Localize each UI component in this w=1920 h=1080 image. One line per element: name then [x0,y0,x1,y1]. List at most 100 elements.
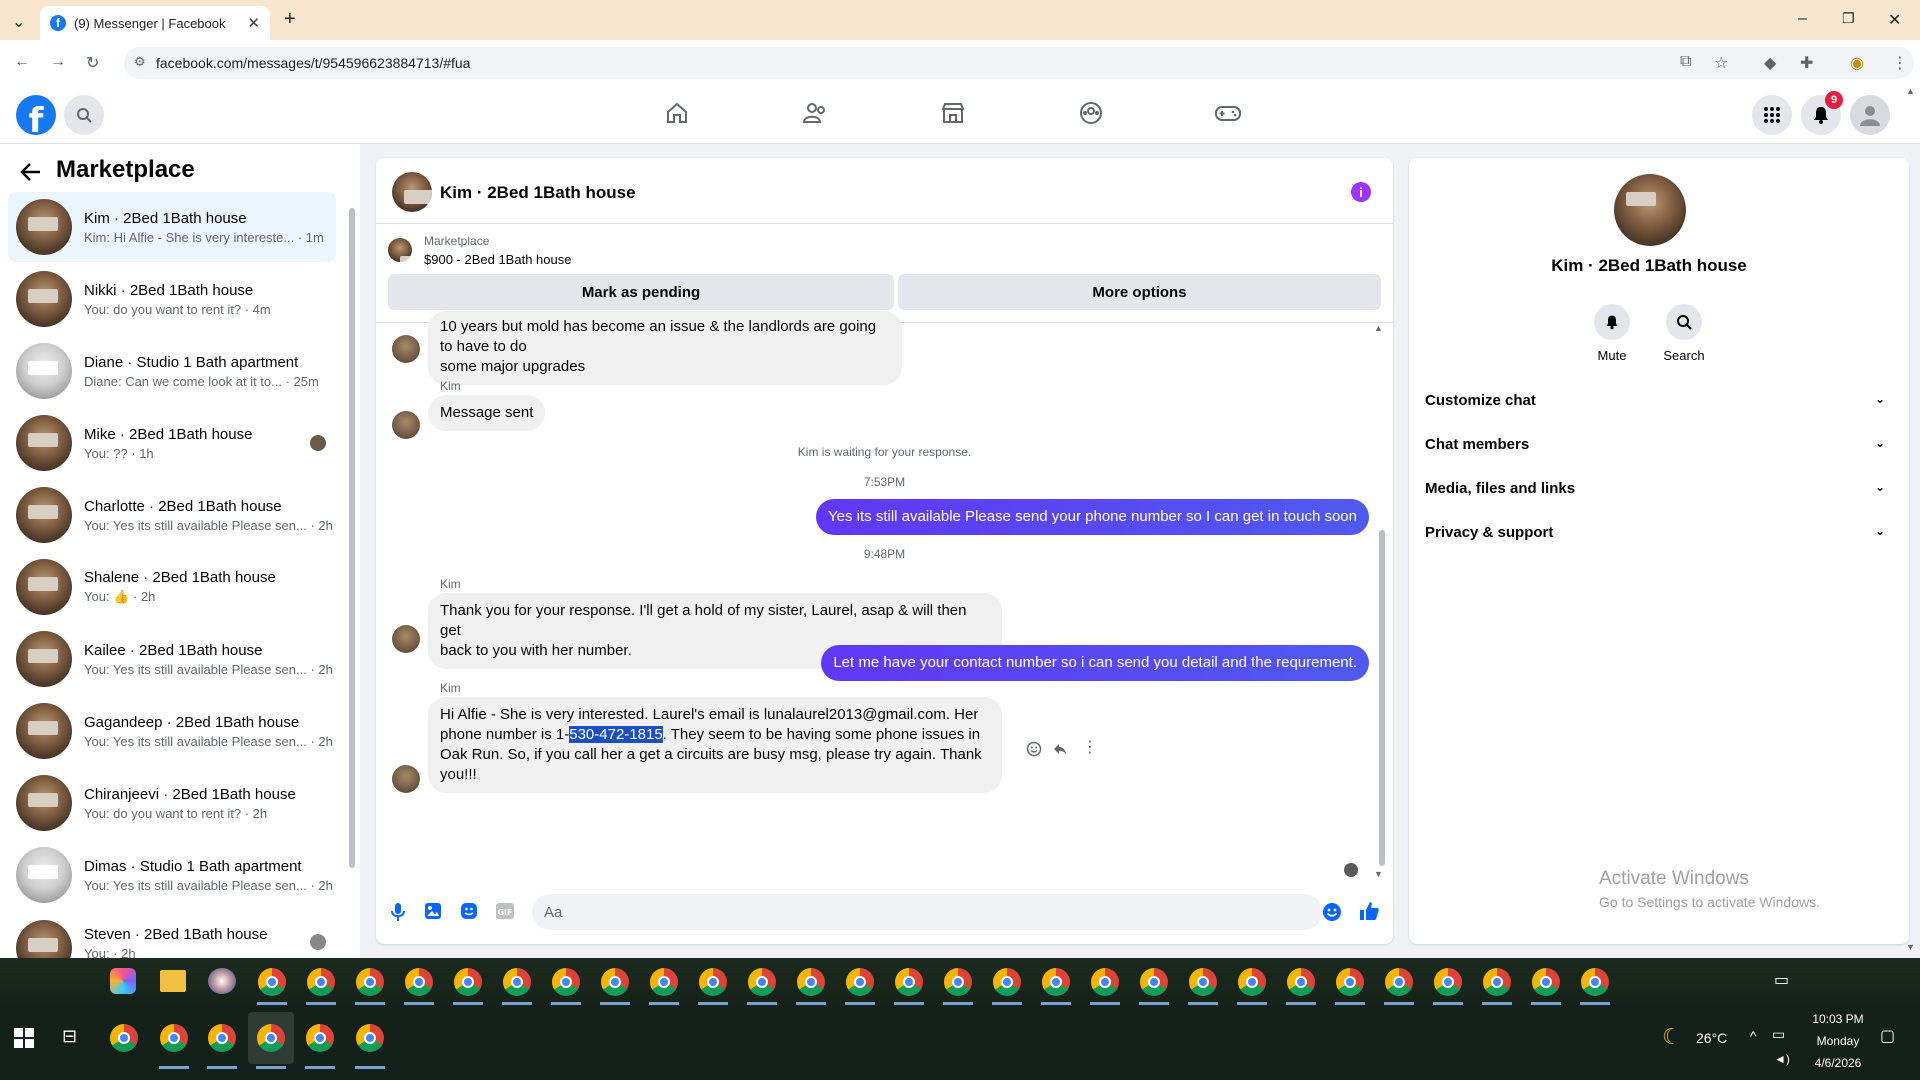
account-avatar[interactable] [1850,95,1890,135]
tab-search-icon[interactable]: ⌄ [12,12,25,32]
chrome-taskbar-icon[interactable] [601,968,629,996]
friends-icon[interactable] [802,100,828,126]
page-scroll-up-icon[interactable]: ▲ [1906,86,1915,96]
mute-button[interactable]: Mute [1572,304,1652,363]
chrome-taskbar-icon[interactable] [356,1024,384,1052]
conversation-item[interactable]: Diane · Studio 1 Bath apartment Diane: C… [8,336,336,406]
gaming-icon[interactable] [1214,100,1242,126]
message-input[interactable]: Aa [532,894,1322,930]
sidebar-scrollbar[interactable] [348,208,356,1008]
bookmark-star-icon[interactable]: ☆ [1714,53,1728,73]
chrome-taskbar-icon[interactable] [1140,968,1168,996]
chrome-taskbar-icon[interactable] [1385,968,1413,996]
mark-as-pending-button[interactable]: Mark as pending [388,274,894,310]
chrome-taskbar-icon[interactable] [846,968,874,996]
chrome-taskbar-icon[interactable] [307,968,335,996]
marketplace-icon[interactable] [940,100,966,126]
chrome-taskbar-icon[interactable] [1581,968,1609,996]
chrome-taskbar-icon[interactable] [1483,968,1511,996]
chrome-taskbar-icon[interactable] [1238,968,1266,996]
copilot-icon[interactable] [110,968,136,994]
reply-icon[interactable] [1052,741,1068,757]
profile-icon[interactable]: ◉ [1850,53,1864,73]
chrome-taskbar-icon[interactable] [650,968,678,996]
search-button[interactable] [64,95,104,135]
like-icon[interactable] [1358,900,1380,922]
chrome-taskbar-icon[interactable] [356,968,384,996]
chrome-taskbar-icon[interactable] [160,1024,188,1052]
conversation-item[interactable]: Kim · 2Bed 1Bath house Kim: Hi Alfie - S… [8,192,336,262]
conversation-item[interactable]: Shalene · 2Bed 1Bath house You: 👍 · 2h [8,552,336,622]
chrome-taskbar-icon[interactable] [258,968,286,996]
moon-weather-icon[interactable]: ☾ [1662,1024,1682,1050]
conversation-item[interactable]: Steven · 2Bed 1Bath house You: · 2h [8,912,336,958]
more-options-button[interactable]: More options [898,274,1381,310]
photo-icon[interactable] [424,902,442,920]
back-arrow-icon[interactable] [20,162,42,182]
facebook-logo-icon[interactable]: f [16,95,56,135]
chat-members-row[interactable]: Chat members ⌄ [1425,436,1885,453]
chrome-taskbar-icon[interactable] [208,1024,236,1052]
info-icon[interactable]: i [1351,182,1371,202]
chrome-taskbar-icon[interactable] [405,968,433,996]
conversation-item[interactable]: Nikki · 2Bed 1Bath house You: do you wan… [8,264,336,334]
minimize-icon[interactable]: – [1798,10,1807,28]
chrome-menu-icon[interactable]: ⋮ [1892,53,1908,73]
volume-icon[interactable]: ◄) [1774,1052,1790,1066]
conversation-item[interactable]: Gagandeep · 2Bed 1Bath house You: Yes it… [8,696,336,766]
chat-avatar[interactable] [392,172,432,212]
chrome-taskbar-icon[interactable] [944,968,972,996]
restore-icon[interactable]: ❐ [1842,10,1855,27]
scroll-up-icon[interactable]: ▲ [1374,323,1383,333]
conversation-item[interactable]: Chiranjeevi · 2Bed 1Bath house You: do y… [8,768,336,838]
privacy-support-row[interactable]: Privacy & support ⌄ [1425,524,1885,541]
search-in-conversation-button[interactable]: Search [1644,304,1724,363]
groups-icon[interactable] [1078,100,1104,126]
file-explorer-icon[interactable] [160,970,186,992]
back-icon[interactable]: ← [14,53,30,71]
browser-tab[interactable]: f (9) Messenger | Facebook ✕ [40,6,270,40]
chrome-taskbar-icon[interactable] [797,968,825,996]
task-view-icon[interactable]: ⊟ [62,1026,77,1047]
chrome-taskbar-icon[interactable] [306,1024,334,1052]
forward-icon[interactable]: → [50,53,66,71]
clock[interactable]: 10:03 PM Monday 4/6/2026 [1800,1010,1876,1070]
chat-scroll-thumb[interactable] [1379,530,1385,866]
chrome-taskbar-icon[interactable] [110,1024,138,1052]
chrome-taskbar-icon[interactable] [1336,968,1364,996]
chrome-taskbar-icon[interactable] [1434,968,1462,996]
chrome-taskbar-icon[interactable] [993,968,1021,996]
page-scroll-down-icon[interactable]: ▼ [1906,942,1915,952]
extension-icon[interactable]: ◆ [1764,53,1776,73]
menu-button[interactable] [1752,95,1792,135]
notifications-button[interactable]: 9 [1801,91,1843,135]
conversation-item[interactable]: Kailee · 2Bed 1Bath house You: Yes its s… [8,624,336,694]
gif-icon[interactable]: GIF [496,903,514,919]
chat-title[interactable]: Kim · 2Bed 1Bath house [440,183,636,203]
sticker-icon[interactable] [460,902,478,920]
customize-chat-row[interactable]: Customize chat ⌄ [1425,392,1885,409]
chrome-taskbar-icon[interactable] [503,968,531,996]
close-tab-icon[interactable]: ✕ [247,14,260,32]
extensions-puzzle-icon[interactable]: ✚ [1800,53,1813,73]
notification-center-icon[interactable]: ▢ [1880,1026,1895,1046]
conversation-item[interactable]: Dimas · Studio 1 Bath apartment You: Yes… [8,840,336,910]
chrome-taskbar-icon[interactable] [1042,968,1070,996]
conversation-item[interactable]: Charlotte · 2Bed 1Bath house You: Yes it… [8,480,336,550]
url-input[interactable]: ⚙ facebook.com/messages/t/95459662388471… [124,47,1914,79]
paint-icon[interactable] [208,968,236,994]
windows-start-icon[interactable] [14,1028,34,1048]
chrome-taskbar-icon[interactable] [748,968,776,996]
show-hidden-icons[interactable]: ^ [1750,1028,1757,1044]
temperature[interactable]: 26°C [1696,1030,1727,1046]
contact-avatar[interactable] [1614,174,1686,246]
chrome-taskbar-icon[interactable] [699,968,727,996]
close-window-icon[interactable]: ✕ [1888,10,1901,30]
chrome-taskbar-icon[interactable] [454,968,482,996]
chrome-taskbar-icon[interactable] [552,968,580,996]
device-icon[interactable]: ▭ [1774,970,1789,990]
network-icon[interactable]: ▭ [1772,1026,1785,1043]
scroll-down-icon[interactable]: ▼ [1374,869,1383,879]
install-app-icon[interactable]: ⧉ [1680,53,1691,71]
emoji-icon[interactable] [1322,902,1342,922]
